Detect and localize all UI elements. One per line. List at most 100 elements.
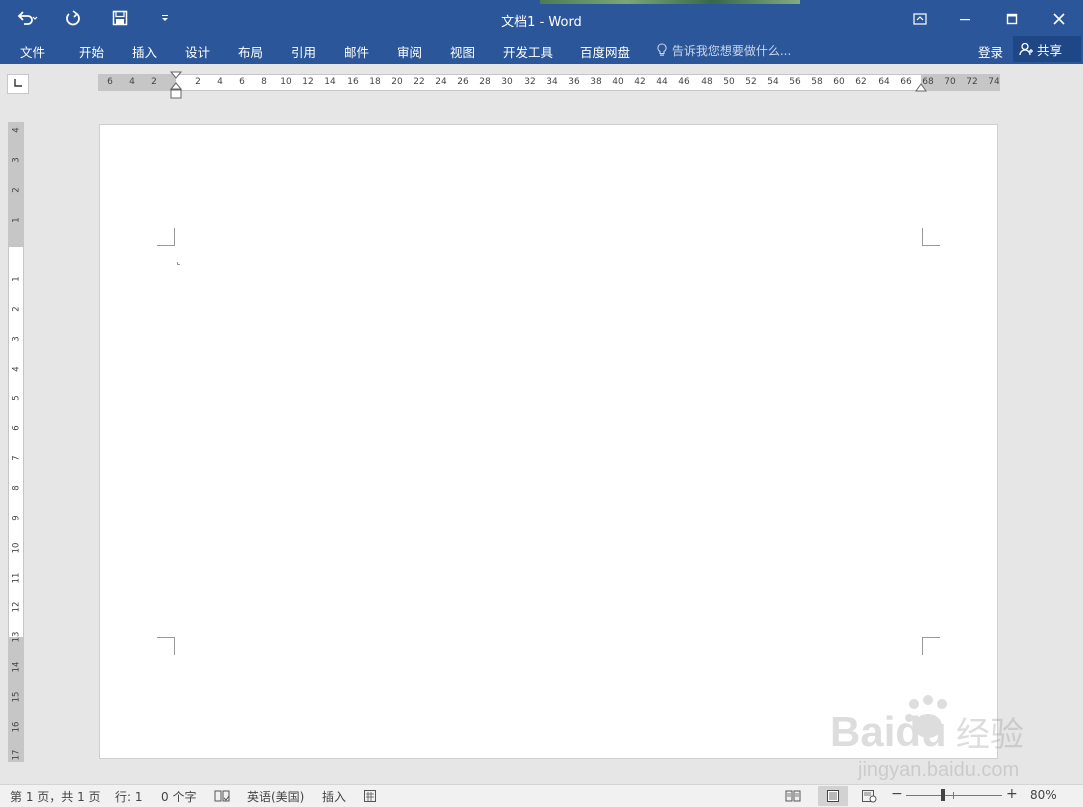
ruler-label: 10 xyxy=(11,542,22,554)
insert-mode[interactable]: 插入 xyxy=(322,788,346,805)
status-bar: 第 1 页，共 1 页 行: 1 0 个字 英语(美国) 插入 − + 80% xyxy=(0,784,1083,807)
person-icon xyxy=(1019,42,1033,56)
ruler-label: 32 xyxy=(524,77,536,87)
ruler-label: 2 xyxy=(11,187,22,193)
tab-review[interactable]: 审阅 xyxy=(397,42,422,61)
proofing-icon[interactable] xyxy=(213,788,231,804)
zoom-in-button[interactable]: + xyxy=(1006,786,1018,802)
tell-me-placeholder: 告诉我您想要做什么... xyxy=(671,44,792,58)
ruler-label: 5 xyxy=(11,395,22,401)
ruler-label: 8 xyxy=(261,77,267,87)
ruler-label: 64 xyxy=(878,77,890,87)
ruler-label: 30 xyxy=(501,77,513,87)
ruler-label: 6 xyxy=(107,77,113,87)
share-label: 共享 xyxy=(1037,42,1063,58)
macro-record-icon[interactable] xyxy=(361,788,379,804)
ruler-label: 24 xyxy=(435,77,447,87)
vertical-ruler[interactable]: 4 3 2 1 1 2 3 4 5 6 7 8 9 10 11 12 13 14… xyxy=(8,122,24,762)
ruler-label: 13 xyxy=(11,631,22,643)
ruler-label: 18 xyxy=(369,77,381,87)
tell-me-search[interactable]: 告诉我您想要做什么... xyxy=(656,42,791,59)
ruler-label: 44 xyxy=(656,77,668,87)
ruler-label: 17 xyxy=(11,749,22,761)
title-bar: 文档1 - Word xyxy=(0,0,1083,36)
ruler-label: 14 xyxy=(324,77,336,87)
ruler-label: 62 xyxy=(855,77,867,87)
tab-insert[interactable]: 插入 xyxy=(132,42,157,61)
ribbon-display-options-icon[interactable] xyxy=(898,6,942,32)
ruler-label: 54 xyxy=(767,77,779,87)
ruler-label: 66 xyxy=(900,77,912,87)
tab-view[interactable]: 视图 xyxy=(450,42,475,61)
watermark-url: jingyan.baidu.com xyxy=(857,759,1019,781)
ruler-label: 4 xyxy=(129,77,135,87)
tab-references[interactable]: 引用 xyxy=(291,42,316,61)
ruler-label: 12 xyxy=(11,601,22,613)
line-number[interactable]: 行: 1 xyxy=(115,788,143,805)
close-icon[interactable] xyxy=(1037,6,1081,32)
ruler-label: 4 xyxy=(11,127,22,133)
tab-design[interactable]: 设计 xyxy=(185,42,210,61)
crop-mark-bottom-right xyxy=(922,637,940,655)
ruler-label: 36 xyxy=(568,77,580,87)
ruler-label: 16 xyxy=(347,77,359,87)
read-mode-icon[interactable] xyxy=(784,788,802,804)
ruler-label: 16 xyxy=(11,721,22,733)
ruler-label: 70 xyxy=(944,77,956,87)
ruler-label: 34 xyxy=(546,77,558,87)
ruler-label: 10 xyxy=(280,77,292,87)
tab-baidu-netdisk[interactable]: 百度网盘 xyxy=(580,42,630,61)
tab-mailings[interactable]: 邮件 xyxy=(344,42,369,61)
right-indent-marker[interactable] xyxy=(915,83,927,93)
ruler-label: 22 xyxy=(413,77,425,87)
tab-developer[interactable]: 开发工具 xyxy=(503,42,553,61)
ruler-label: 40 xyxy=(612,77,624,87)
left-tab-icon xyxy=(14,79,22,87)
paragraph-mark xyxy=(177,262,180,265)
ruler-label: 15 xyxy=(11,691,22,703)
word-count[interactable]: 0 个字 xyxy=(161,788,196,805)
ruler-label: 42 xyxy=(634,77,646,87)
ruler-label: 20 xyxy=(391,77,403,87)
login-link[interactable]: 登录 xyxy=(978,42,1003,61)
watermark-chinese: 经验 xyxy=(956,715,1024,755)
ruler-label: 6 xyxy=(11,425,22,431)
ruler-label: 58 xyxy=(811,77,823,87)
minimize-icon[interactable] xyxy=(943,6,987,32)
page-count[interactable]: 第 1 页，共 1 页 xyxy=(10,788,101,805)
tab-home[interactable]: 开始 xyxy=(79,42,104,61)
ruler-label: 14 xyxy=(11,661,22,673)
ruler-label: 72 xyxy=(966,77,978,87)
lightbulb-icon xyxy=(657,43,667,56)
watermark: Baidu 经验 jingyan.baidu.com xyxy=(828,690,1038,790)
ruler-label: 11 xyxy=(11,572,22,584)
zoom-level[interactable]: 80% xyxy=(1030,788,1057,802)
tab-file[interactable]: 文件 xyxy=(20,42,45,61)
ruler-label: 74 xyxy=(988,77,1000,87)
zoom-out-button[interactable]: − xyxy=(891,786,903,802)
document-page[interactable] xyxy=(99,124,998,759)
ruler-label: 6 xyxy=(239,77,245,87)
horizontal-ruler[interactable]: 6 4 2 2 4 6 8 10 12 14 16 18 20 22 24 26… xyxy=(98,74,1000,91)
maximize-icon[interactable] xyxy=(990,6,1034,32)
tab-selector[interactable] xyxy=(7,74,29,94)
language-indicator[interactable]: 英语(美国) xyxy=(247,788,304,805)
ruler-label: 60 xyxy=(833,77,845,87)
left-indent-marker[interactable] xyxy=(170,71,182,101)
zoom-slider[interactable] xyxy=(906,795,1002,796)
ruler-label: 56 xyxy=(789,77,801,87)
ruler-label: 2 xyxy=(151,77,157,87)
background-strip xyxy=(540,0,800,4)
zoom-slider-thumb[interactable] xyxy=(941,789,945,801)
crop-mark-top-right xyxy=(922,228,940,246)
print-layout-icon[interactable] xyxy=(818,786,848,806)
web-layout-icon[interactable] xyxy=(860,788,878,804)
crop-mark-bottom-left xyxy=(157,637,175,655)
ruler-label: 3 xyxy=(11,336,22,342)
tab-layout[interactable]: 布局 xyxy=(238,42,263,61)
ruler-label: 12 xyxy=(302,77,314,87)
ribbon-tabs: 文件 开始 插入 设计 布局 引用 邮件 审阅 视图 开发工具 百度网盘 告诉我… xyxy=(0,36,1083,64)
share-button[interactable]: 共享 xyxy=(1013,36,1081,62)
ruler-label: 52 xyxy=(745,77,757,87)
ruler-label: 9 xyxy=(11,515,22,521)
